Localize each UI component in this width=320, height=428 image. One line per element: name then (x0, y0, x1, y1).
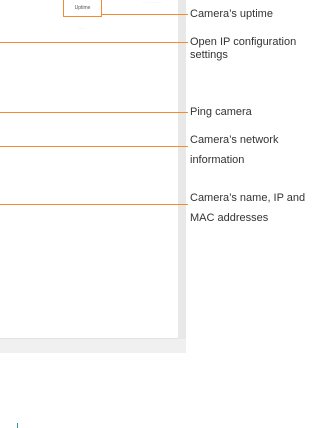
faint-top-text: ··· ·· ······· (143, 0, 162, 5)
uptime-tab[interactable]: Uptime (63, 0, 102, 17)
callout-ping: Ping camera (190, 106, 252, 118)
ip-config-leader-line (0, 42, 188, 43)
uptime-tab-label: Uptime (74, 5, 91, 11)
callout-network-info: Camera’s network information (190, 134, 279, 166)
camera-screen-panel (0, 0, 179, 339)
name-ip-mac-leader-line (0, 204, 188, 205)
ping-leader-line (0, 112, 188, 113)
uptime-leader-line (102, 14, 188, 15)
network-info-leader-line (0, 146, 188, 147)
teal-accent-mark (17, 423, 18, 428)
callout-name-ip-mac: Camera’s name, IP and MAC addresses (190, 192, 306, 224)
panel-scrollbar-strip (178, 0, 186, 339)
callout-uptime: Camera’s uptime (190, 8, 273, 20)
faint-below-text: ··· ·· (78, 26, 86, 31)
panel-bottom-strip (0, 339, 186, 353)
callout-ip-config: Open IP configuration settings (190, 36, 297, 61)
